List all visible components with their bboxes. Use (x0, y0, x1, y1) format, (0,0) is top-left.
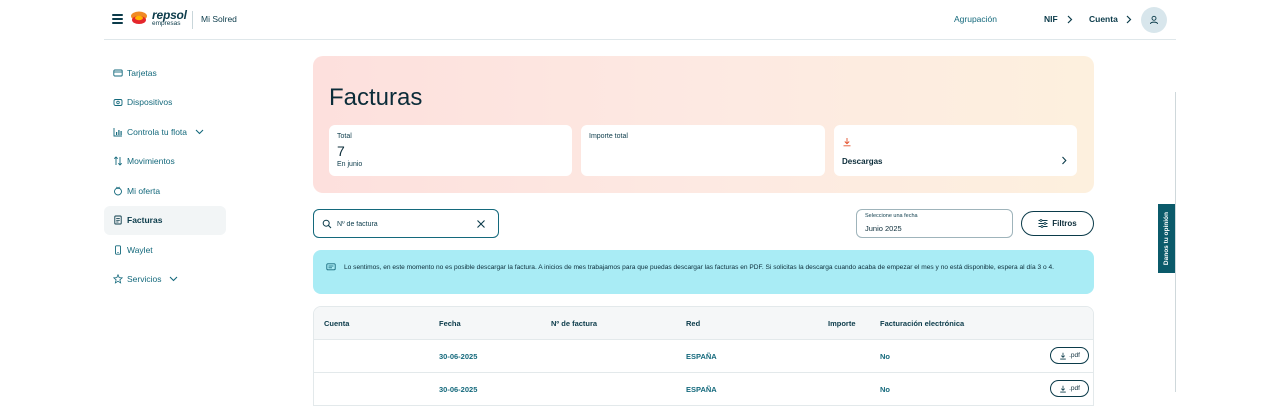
importe-card: Importe total (581, 125, 825, 176)
cell-fecha[interactable]: 30-06-2025 (439, 385, 477, 394)
download-icon (1060, 385, 1066, 392)
sidebar-item-label: Tarjetas (127, 67, 157, 78)
invoice-icon (114, 215, 122, 225)
col-importe[interactable]: Importe (828, 319, 856, 328)
filter-icon (1038, 219, 1048, 228)
col-electronica[interactable]: Facturación electrónica (880, 319, 964, 328)
download-icon (1060, 352, 1066, 359)
total-card: Total 7 En junio (329, 125, 572, 176)
chevron-right-icon (1062, 156, 1067, 165)
logo-divider (192, 11, 193, 29)
info-alert: Lo sentimos, en este momento no es posib… (313, 250, 1094, 294)
phone-icon (115, 245, 121, 255)
col-numero[interactable]: Nº de factura (551, 319, 597, 328)
invoice-search (313, 209, 499, 238)
user-avatar[interactable] (1141, 7, 1167, 33)
cell-red: ESPAÑA (686, 352, 717, 361)
importe-label: Importe total (589, 133, 628, 140)
agrupacion-link[interactable]: Agrupación (954, 14, 997, 24)
cell-red: ESPAÑA (686, 385, 717, 394)
nif-chevron-right-icon[interactable] (1066, 15, 1073, 24)
sidebar-item-tarjetas[interactable]: Tarjetas (104, 58, 226, 88)
clear-icon[interactable] (476, 219, 486, 229)
pdf-label: .pdf (1069, 352, 1080, 359)
download-pdf-button[interactable]: .pdf (1050, 347, 1089, 364)
sidebar-item-label: Controla tu flota (127, 126, 188, 137)
message-icon (326, 263, 336, 271)
cuenta-chevron-right-icon[interactable] (1125, 15, 1132, 24)
col-red[interactable]: Red (686, 319, 700, 328)
descargas-label: Descargas (842, 157, 883, 166)
total-value: 7 (337, 143, 345, 159)
filters-label: Filtros (1052, 219, 1077, 228)
cell-electronica: No (880, 352, 890, 361)
search-icon (322, 219, 332, 229)
download-icon (843, 138, 851, 147)
total-label: Total (337, 133, 352, 140)
repsol-logo-icon (131, 11, 147, 25)
sidebar-item-label: Waylet (127, 244, 153, 255)
sidebar-item-dispositivos[interactable]: Dispositivos (104, 88, 226, 118)
chart-icon (113, 127, 122, 137)
nif-selector[interactable]: NIF (1044, 14, 1058, 24)
sidebar-item-servicios[interactable]: Servicios (104, 265, 226, 295)
alert-text: Lo sentimos, en este momento no es posib… (344, 264, 1054, 271)
cell-fecha[interactable]: 30-06-2025 (439, 352, 477, 361)
repsol-logo[interactable]: repsol empresas (130, 9, 187, 28)
cuenta-selector[interactable]: Cuenta (1089, 14, 1118, 24)
sidebar: Tarjetas Dispositivos Controla tu flota … (104, 58, 226, 294)
col-fecha[interactable]: Fecha (439, 319, 461, 328)
device-icon (113, 99, 123, 107)
card-icon (113, 69, 123, 77)
download-pdf-button[interactable]: .pdf (1050, 380, 1089, 397)
chevron-down-icon[interactable] (169, 276, 178, 282)
descargas-card[interactable]: Descargas (834, 125, 1077, 176)
sidebar-item-facturas[interactable]: Facturas (104, 205, 226, 235)
menu-icon[interactable] (112, 14, 123, 24)
filters-button[interactable]: Filtros (1021, 211, 1094, 236)
offer-icon (114, 186, 122, 196)
invoices-table: Cuenta Fecha Nº de factura Red Importe F… (313, 306, 1094, 406)
movements-icon (113, 156, 123, 166)
sidebar-item-waylet[interactable]: Waylet (104, 235, 226, 265)
feedback-label: Danos tu opinión (1163, 211, 1170, 266)
search-input[interactable] (337, 216, 477, 232)
total-sub: En junio (337, 161, 363, 168)
date-label: Seleccione una fecha (865, 213, 918, 219)
col-cuenta[interactable]: Cuenta (324, 319, 349, 328)
user-icon (1150, 15, 1158, 25)
sidebar-item-label: Servicios (127, 274, 162, 285)
sidebar-item-label: Dispositivos (127, 97, 173, 108)
pdf-label: .pdf (1069, 385, 1080, 392)
app-name: Mi Solred (201, 14, 237, 24)
sidebar-item-label: Facturas (127, 215, 163, 226)
sidebar-item-label: Mi oferta (127, 185, 161, 196)
table-row: 30-06-2025 ESPAÑA No .pdf (314, 373, 1093, 406)
top-header: repsol empresas Mi Solred Agrupación NIF… (104, 0, 1176, 40)
chevron-down-icon[interactable] (195, 129, 204, 135)
cell-electronica: No (880, 385, 890, 394)
sidebar-item-controla-flota[interactable]: Controla tu flota (104, 117, 226, 147)
page: repsol empresas Mi Solred Agrupación NIF… (0, 0, 1280, 406)
table-header: Cuenta Fecha Nº de factura Red Importe F… (314, 307, 1093, 340)
feedback-tab[interactable]: Danos tu opinión (1158, 204, 1175, 273)
table-row: 30-06-2025 ESPAÑA No .pdf (314, 340, 1093, 373)
scroll-track (1175, 92, 1176, 392)
page-title: Facturas (329, 84, 423, 111)
star-icon (113, 274, 123, 285)
sidebar-item-mi-oferta[interactable]: Mi oferta (104, 176, 226, 206)
date-selector[interactable]: Seleccione una fecha Junio 2025 (856, 209, 1013, 238)
facturas-hero: Facturas Total 7 En junio Importe total … (313, 56, 1094, 193)
logo-text: repsol empresas (152, 9, 187, 28)
sidebar-item-label: Movimientos (127, 156, 175, 167)
date-value: Junio 2025 (865, 224, 902, 233)
sidebar-item-movimientos[interactable]: Movimientos (104, 147, 226, 177)
